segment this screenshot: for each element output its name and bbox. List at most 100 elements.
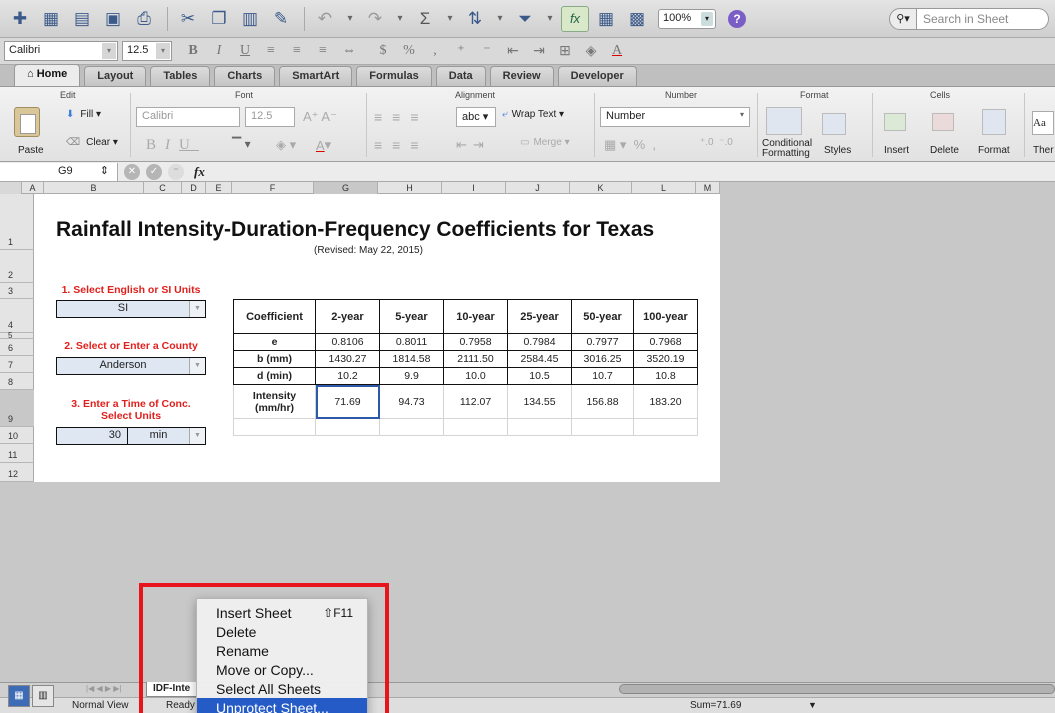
indent-buttons[interactable]: ⇤⇥ — [456, 137, 490, 153]
search-input[interactable]: Search in Sheet — [917, 8, 1049, 30]
menu-item-insert-sheet[interactable]: Insert Sheet ⇧F11 — [197, 603, 367, 622]
worksheet[interactable]: Rainfall Intensity-Duration-Frequency Co… — [34, 194, 720, 482]
insert-button[interactable]: Insert — [884, 145, 909, 156]
align-right-button[interactable]: ≡ — [312, 43, 334, 59]
empty-cell[interactable] — [443, 418, 508, 436]
selected-cell-g9[interactable]: 71.69 — [315, 384, 380, 419]
search-field[interactable]: ⚲▾ Search in Sheet — [889, 8, 1049, 30]
chevron-down-icon[interactable]: ▼ — [189, 358, 205, 374]
cut-icon[interactable]: ✂ — [174, 6, 202, 32]
fill-button[interactable]: ⬇ Fill ▾ — [66, 109, 101, 120]
tab-charts[interactable]: Charts — [214, 66, 276, 86]
new-from-template-icon[interactable]: ✚ — [6, 6, 34, 32]
table-cell[interactable]: 10.8 — [633, 367, 698, 385]
empty-cell[interactable] — [379, 418, 444, 436]
row-header[interactable]: 3 — [0, 283, 34, 299]
empty-cell[interactable] — [571, 418, 634, 436]
format-button[interactable]: Format — [978, 145, 1010, 156]
cancel-icon[interactable]: ✕ — [124, 163, 140, 180]
comma-button[interactable]: , — [424, 43, 446, 59]
font-color-button[interactable]: A — [606, 43, 628, 59]
themes-icon[interactable]: Aa — [1032, 111, 1054, 135]
filter-icon[interactable]: ⏷ — [511, 6, 539, 32]
column-header[interactable]: F — [232, 182, 314, 194]
fx-icon[interactable]: fx — [194, 164, 205, 180]
menu-item-rename[interactable]: Rename — [197, 641, 367, 660]
decrease-decimal-button[interactable]: ⁻ — [476, 43, 498, 60]
column-header[interactable]: M — [696, 182, 720, 194]
formula-builder-icon[interactable]: fx — [561, 5, 589, 32]
page-layout-view-button[interactable]: ▥ — [32, 685, 54, 707]
bold-button[interactable]: B — [182, 43, 204, 59]
chevron-down-icon[interactable]: ▼ — [189, 428, 205, 444]
highlight-dropdown[interactable]: ◈ ▾ — [276, 137, 296, 153]
decimal-buttons[interactable]: ⁺.0 ⁻.0 — [700, 137, 733, 148]
table-cell[interactable]: 0.8011 — [379, 333, 444, 351]
intensity-cell[interactable]: 156.88 — [571, 384, 634, 419]
confirm-icon[interactable]: ✓ — [146, 163, 162, 180]
normal-view-button[interactable]: ▦ — [8, 685, 30, 707]
font-size-select[interactable]: 12.5 ▾ — [122, 41, 172, 61]
gallery-icon[interactable]: ▦ — [592, 6, 620, 32]
delete-button[interactable]: Delete — [930, 145, 959, 156]
themes-button[interactable]: Ther — [1033, 145, 1054, 156]
underline-button[interactable]: U — [234, 43, 256, 59]
header-cell[interactable]: 5-year — [379, 299, 444, 334]
save-icon[interactable]: ▣ — [99, 6, 127, 32]
column-header[interactable]: L — [632, 182, 696, 194]
chevron-down-icon[interactable]: ▼ — [189, 301, 205, 317]
sort-menu-icon[interactable]: ▾ — [492, 6, 508, 32]
increase-decimal-button[interactable]: ⁺ — [450, 43, 472, 60]
row-header[interactable]: 7 — [0, 356, 34, 373]
intensity-label[interactable]: Intensity (mm/hr) — [233, 384, 316, 419]
number-format-select[interactable]: Number ▾ — [600, 107, 750, 127]
merge-button[interactable]: ▭ Merge ▾ — [520, 137, 570, 148]
merge-center-button[interactable]: ⇔ — [338, 43, 360, 59]
county-select[interactable]: Anderson ▼ — [56, 357, 206, 375]
time-unit-select[interactable]: min — [128, 428, 189, 444]
horizontal-scrollbar[interactable] — [619, 684, 1055, 694]
increase-indent-button[interactable]: ⇥ — [528, 43, 550, 60]
sort-icon[interactable]: ⇅ — [461, 6, 489, 32]
column-header[interactable]: G — [314, 182, 378, 194]
insert-function-icon[interactable]: ⁼ — [168, 163, 184, 180]
ribbon-font-select[interactable]: Calibri — [136, 107, 240, 127]
zoom-select[interactable]: 100% ▾ — [658, 8, 716, 29]
table-cell[interactable]: 0.7968 — [633, 333, 698, 351]
clear-button[interactable]: ⌫ Clear ▾ — [66, 137, 118, 148]
column-header[interactable]: H — [378, 182, 442, 194]
table-cell[interactable]: 10.0 — [443, 367, 508, 385]
table-cell[interactable]: 0.7977 — [571, 333, 634, 351]
row-label[interactable]: e — [233, 333, 316, 351]
filter-menu-icon[interactable]: ▾ — [542, 6, 558, 32]
row-header[interactable]: 6 — [0, 339, 34, 356]
conditional-formatting-button[interactable]: Conditional Formatting — [762, 139, 812, 159]
empty-cell[interactable] — [315, 418, 380, 436]
insert-cells-icon[interactable] — [884, 113, 906, 131]
autosum-icon[interactable]: Σ — [411, 6, 439, 32]
column-header[interactable]: A — [22, 182, 44, 194]
fill-color-button[interactable]: ◈ — [580, 43, 602, 60]
format-cells-icon[interactable] — [982, 109, 1006, 135]
empty-cell[interactable] — [233, 418, 316, 436]
search-icon[interactable]: ⚲▾ — [889, 8, 917, 30]
styles-icon[interactable] — [822, 113, 846, 135]
open-icon[interactable]: ▤ — [68, 6, 96, 32]
row-label[interactable]: b (mm) — [233, 350, 316, 368]
table-cell[interactable]: 10.2 — [315, 367, 380, 385]
help-icon[interactable]: ? — [728, 9, 746, 28]
currency-button[interactable]: $ — [372, 43, 394, 59]
tab-formulas[interactable]: Formulas — [356, 66, 432, 86]
borders-button[interactable]: ⊞ — [554, 43, 576, 60]
select-all-corner[interactable] — [0, 182, 22, 194]
column-header[interactable]: K — [570, 182, 632, 194]
name-box[interactable]: G9 ⇕ — [0, 162, 118, 181]
table-cell[interactable]: 2111.50 — [443, 350, 508, 368]
grow-font-button[interactable]: A⁺ A⁻ — [303, 109, 337, 125]
column-header[interactable]: J — [506, 182, 570, 194]
header-cell[interactable]: 25-year — [507, 299, 572, 334]
row-header[interactable]: 4 — [0, 299, 34, 333]
intensity-cell[interactable]: 94.73 — [379, 384, 444, 419]
italic-button[interactable]: I — [208, 43, 230, 59]
font-name-select[interactable]: Calibri ▾ — [4, 41, 118, 61]
